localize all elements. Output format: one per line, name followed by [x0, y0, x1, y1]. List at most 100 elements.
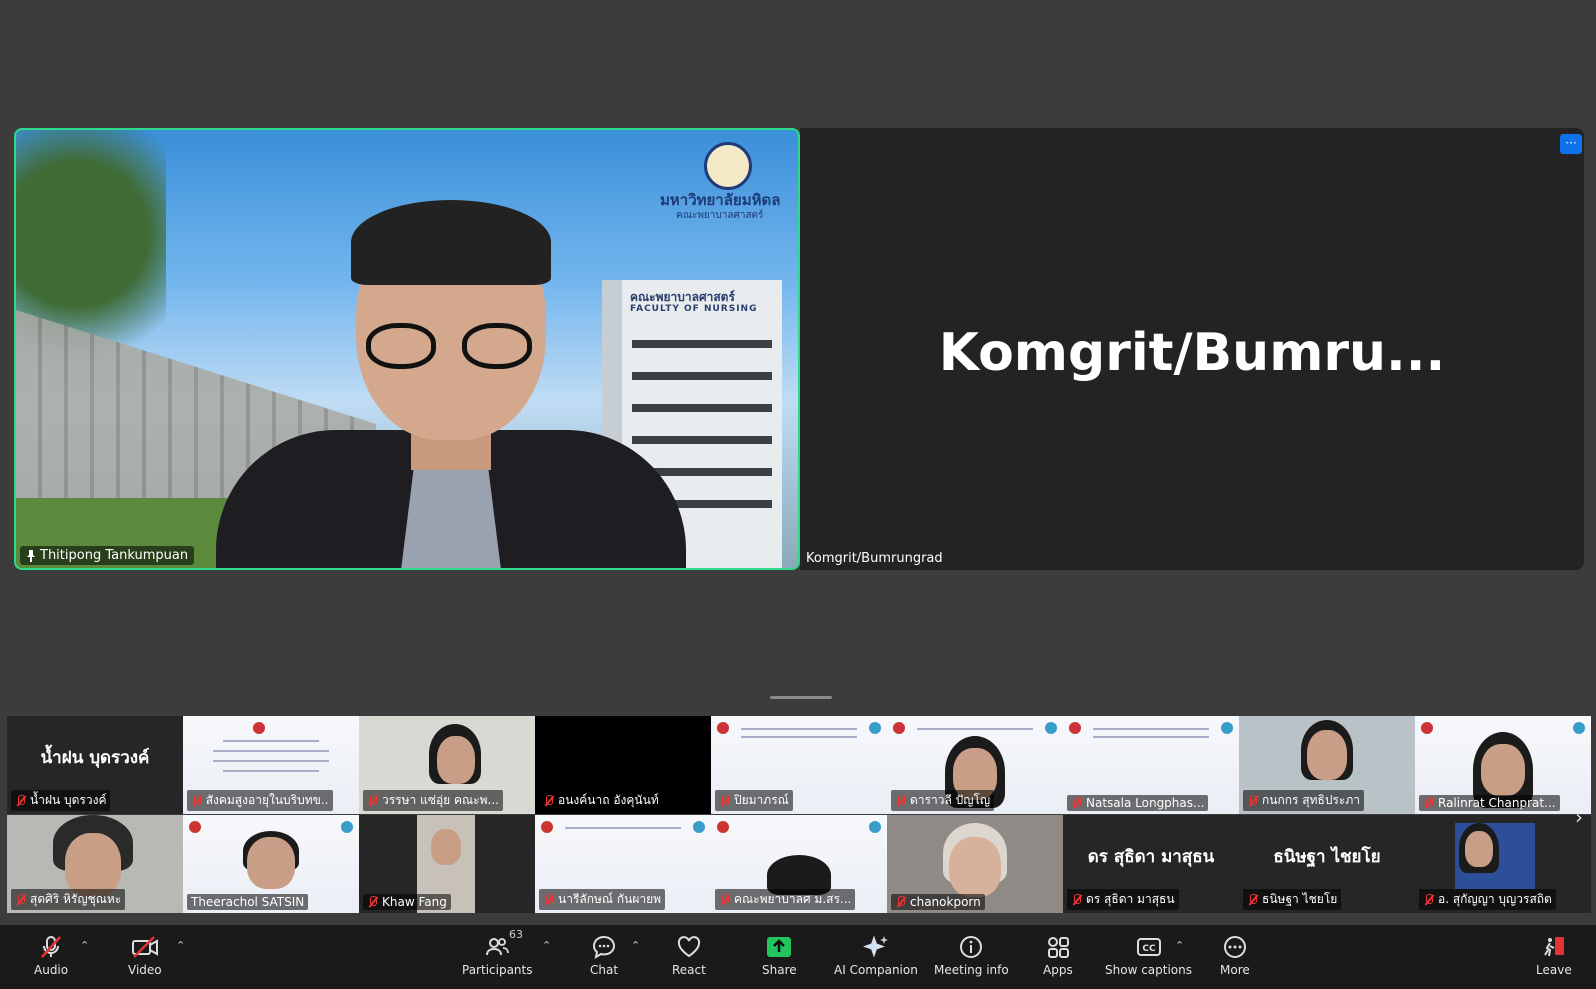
video-off-icon — [131, 936, 158, 958]
gallery-tile[interactable]: ธนิษฐา ไชยโย ธนิษฐา ไชยโย — [1239, 815, 1415, 913]
more-icon — [1223, 936, 1246, 958]
gallery-tile[interactable]: น้ำฝน บุดรวงค์ น้ำฝน บุดรวงค์ — [7, 716, 183, 814]
audio-button[interactable]: Audio — [34, 933, 68, 977]
speaker-name-tag: Thitipong Tankumpuan — [20, 546, 195, 565]
gallery-tile[interactable]: นารีลักษณ์ กันผายพ — [535, 815, 711, 913]
gallery-resize-handle[interactable] — [770, 696, 832, 699]
gallery-tile[interactable]: สังคมสูงอายุในบริบทข... — [183, 716, 359, 814]
gallery-name: นารีลักษณ์ กันผายพ — [558, 892, 662, 906]
ai-companion-label: AI Companion — [834, 963, 918, 977]
more-label: More — [1220, 963, 1250, 977]
gallery-name-tag: สุดศิริ หิรัญชุณหะ — [11, 889, 126, 910]
gallery-name: ดาราวลี ปัญโญ — [910, 793, 991, 807]
gallery-name-tag: ปิยมาภรณ์ — [715, 790, 793, 811]
tile-more-options-button[interactable]: ··· — [1560, 134, 1582, 154]
mic-muted-icon — [895, 794, 907, 807]
sparkle-icon — [862, 935, 888, 958]
mic-muted-icon — [1247, 794, 1259, 807]
captions-options-chevron-icon[interactable]: ⌃ — [1175, 939, 1184, 952]
more-button[interactable]: More — [1220, 933, 1250, 977]
gallery-tile[interactable]: กนกกร สุทธิประภา — [1239, 716, 1415, 814]
video-options-chevron-icon[interactable]: ⌃ — [176, 939, 185, 952]
gallery-tile[interactable]: สุดศิริ หิรัญชุณหะ — [7, 815, 183, 913]
leave-label: Leave — [1536, 963, 1572, 977]
gallery-name: ปิยมาภรณ์ — [734, 793, 789, 807]
gallery-name: คณะพยาบาลศ ม.สร... — [734, 892, 852, 906]
show-captions-label: Show captions — [1105, 963, 1192, 977]
gallery-tile[interactable]: ดาราวลี ปัญโญ — [887, 716, 1063, 814]
participants-options-chevron-icon[interactable]: ⌃ — [542, 939, 551, 952]
mic-muted-icon — [367, 896, 379, 908]
gallery-tile[interactable]: Natsala Longphas... — [1063, 716, 1239, 814]
mic-muted-icon — [719, 794, 731, 807]
gallery-strip: น้ำฝน บุดรวงค์ น้ำฝน บุดรวงค์ สังคมสูงอา… — [7, 716, 1591, 913]
participant-video-tile[interactable]: Komgrit/Bumru... Komgrit/Bumrungrad — [800, 128, 1584, 570]
participants-icon — [486, 938, 510, 956]
gallery-next-page-icon[interactable]: › — [1575, 805, 1583, 829]
video-label: Video — [128, 963, 162, 977]
participant-name-tag: Komgrit/Bumrungrad — [806, 551, 943, 566]
apps-button[interactable]: Apps — [1043, 933, 1073, 977]
gallery-name-tag: น้ำฝน บุดรวงค์ — [11, 790, 111, 811]
gallery-name-tag: Ralinrat Chanprat... — [1419, 795, 1560, 811]
gallery-name-tag: ดร สุธิดา มาสุธน — [1067, 889, 1179, 910]
mic-muted-icon — [543, 893, 555, 906]
gallery-tile[interactable]: วรรษา แซ่อุ่ย คณะพ... — [359, 716, 535, 814]
mic-muted-icon — [367, 794, 379, 807]
speaker-video-tile[interactable]: คณะพยาบาลศาสตร์ FACULTY OF NURSING มหาวิ… — [14, 128, 800, 570]
chat-icon — [593, 935, 616, 960]
gallery-name-tag: Khaw Fang — [363, 894, 451, 910]
gallery-name-tag: นารีลักษณ์ กันผายพ — [539, 889, 666, 910]
university-seal-logo — [704, 142, 752, 190]
apps-icon — [1047, 937, 1069, 958]
gallery-tile[interactable]: คณะพยาบาลศ ม.สร... — [711, 815, 887, 913]
gallery-name: ดร สุธิดา มาสุธน — [1086, 892, 1175, 906]
gallery-name: ธนิษฐา ไชยโย — [1262, 892, 1338, 906]
meeting-info-button[interactable]: Meeting info — [934, 933, 1009, 977]
gallery-name-tag: กนกกร สุทธิประภา — [1243, 790, 1364, 811]
audio-options-chevron-icon[interactable]: ⌃ — [80, 939, 89, 952]
gallery-name-tag: ธนิษฐา ไชยโย — [1243, 889, 1342, 910]
share-screen-icon — [767, 937, 792, 957]
gallery-tile[interactable]: อนงค์นาถ อังคุนันท์ — [535, 716, 711, 814]
gallery-name: Theerachol SATSIN — [191, 895, 305, 909]
mic-muted-icon — [895, 896, 907, 908]
mic-muted-icon — [41, 936, 61, 958]
gallery-name: อ. สุกัญญา บุญวรสถิต — [1438, 892, 1552, 906]
participants-label: Participants — [462, 963, 533, 977]
svg-text:CC: CC — [1142, 944, 1156, 954]
gallery-tile[interactable]: ปิยมาภรณ์ — [711, 716, 887, 814]
gallery-tile[interactable]: ดร สุธิดา มาสุธน ดร สุธิดา มาสุธน — [1063, 815, 1239, 913]
ai-companion-button[interactable]: AI Companion — [834, 933, 918, 977]
gallery-name-tag: วรรษา แซ่อุ่ย คณะพ... — [363, 790, 503, 811]
chat-button[interactable]: Chat — [590, 933, 618, 977]
react-button[interactable]: React — [672, 933, 706, 977]
gallery-name-tag: chanokporn — [891, 894, 985, 910]
faculty-logo-text: คณะพยาบาลศาสตร์ — [676, 210, 764, 221]
gallery-name: น้ำฝน บุดรวงค์ — [30, 793, 107, 807]
gallery-name-tag: Theerachol SATSIN — [187, 894, 309, 910]
gallery-name-tag: Natsala Longphas... — [1067, 795, 1209, 811]
video-button[interactable]: Video — [128, 933, 162, 977]
gallery-name-tag: สังคมสูงอายุในบริบทข... — [187, 790, 333, 811]
gallery-tile[interactable]: อ. สุกัญญา บุญวรสถิต — [1415, 815, 1591, 913]
speaker-person — [216, 200, 686, 568]
leave-button[interactable]: Leave — [1536, 933, 1572, 977]
mic-muted-icon — [15, 794, 27, 807]
gallery-tile[interactable]: chanokporn — [887, 815, 1063, 913]
mic-muted-icon — [1071, 893, 1083, 906]
gallery-name: chanokporn — [910, 895, 981, 909]
closed-captions-icon: CC — [1136, 938, 1161, 956]
gallery-display-name: น้ำฝน บุดรวงค์ — [40, 748, 150, 768]
gallery-name: Natsala Longphas... — [1086, 796, 1205, 810]
gallery-name: Ralinrat Chanprat... — [1438, 796, 1556, 810]
gallery-tile[interactable]: Ralinrat Chanprat... — [1415, 716, 1591, 814]
gallery-tile[interactable]: Khaw Fang — [359, 815, 535, 913]
share-button[interactable]: Share — [762, 933, 797, 977]
meeting-toolbar: Audio ⌃ Video ⌃ Participants 63 ⌃ Chat ⌃… — [0, 925, 1596, 989]
gallery-tile[interactable]: Theerachol SATSIN — [183, 815, 359, 913]
gallery-name: สุดศิริ หิรัญชุณหะ — [30, 892, 122, 906]
chat-label: Chat — [590, 963, 619, 977]
chat-options-chevron-icon[interactable]: ⌃ — [631, 939, 640, 952]
meeting-info-label: Meeting info — [934, 963, 1009, 977]
